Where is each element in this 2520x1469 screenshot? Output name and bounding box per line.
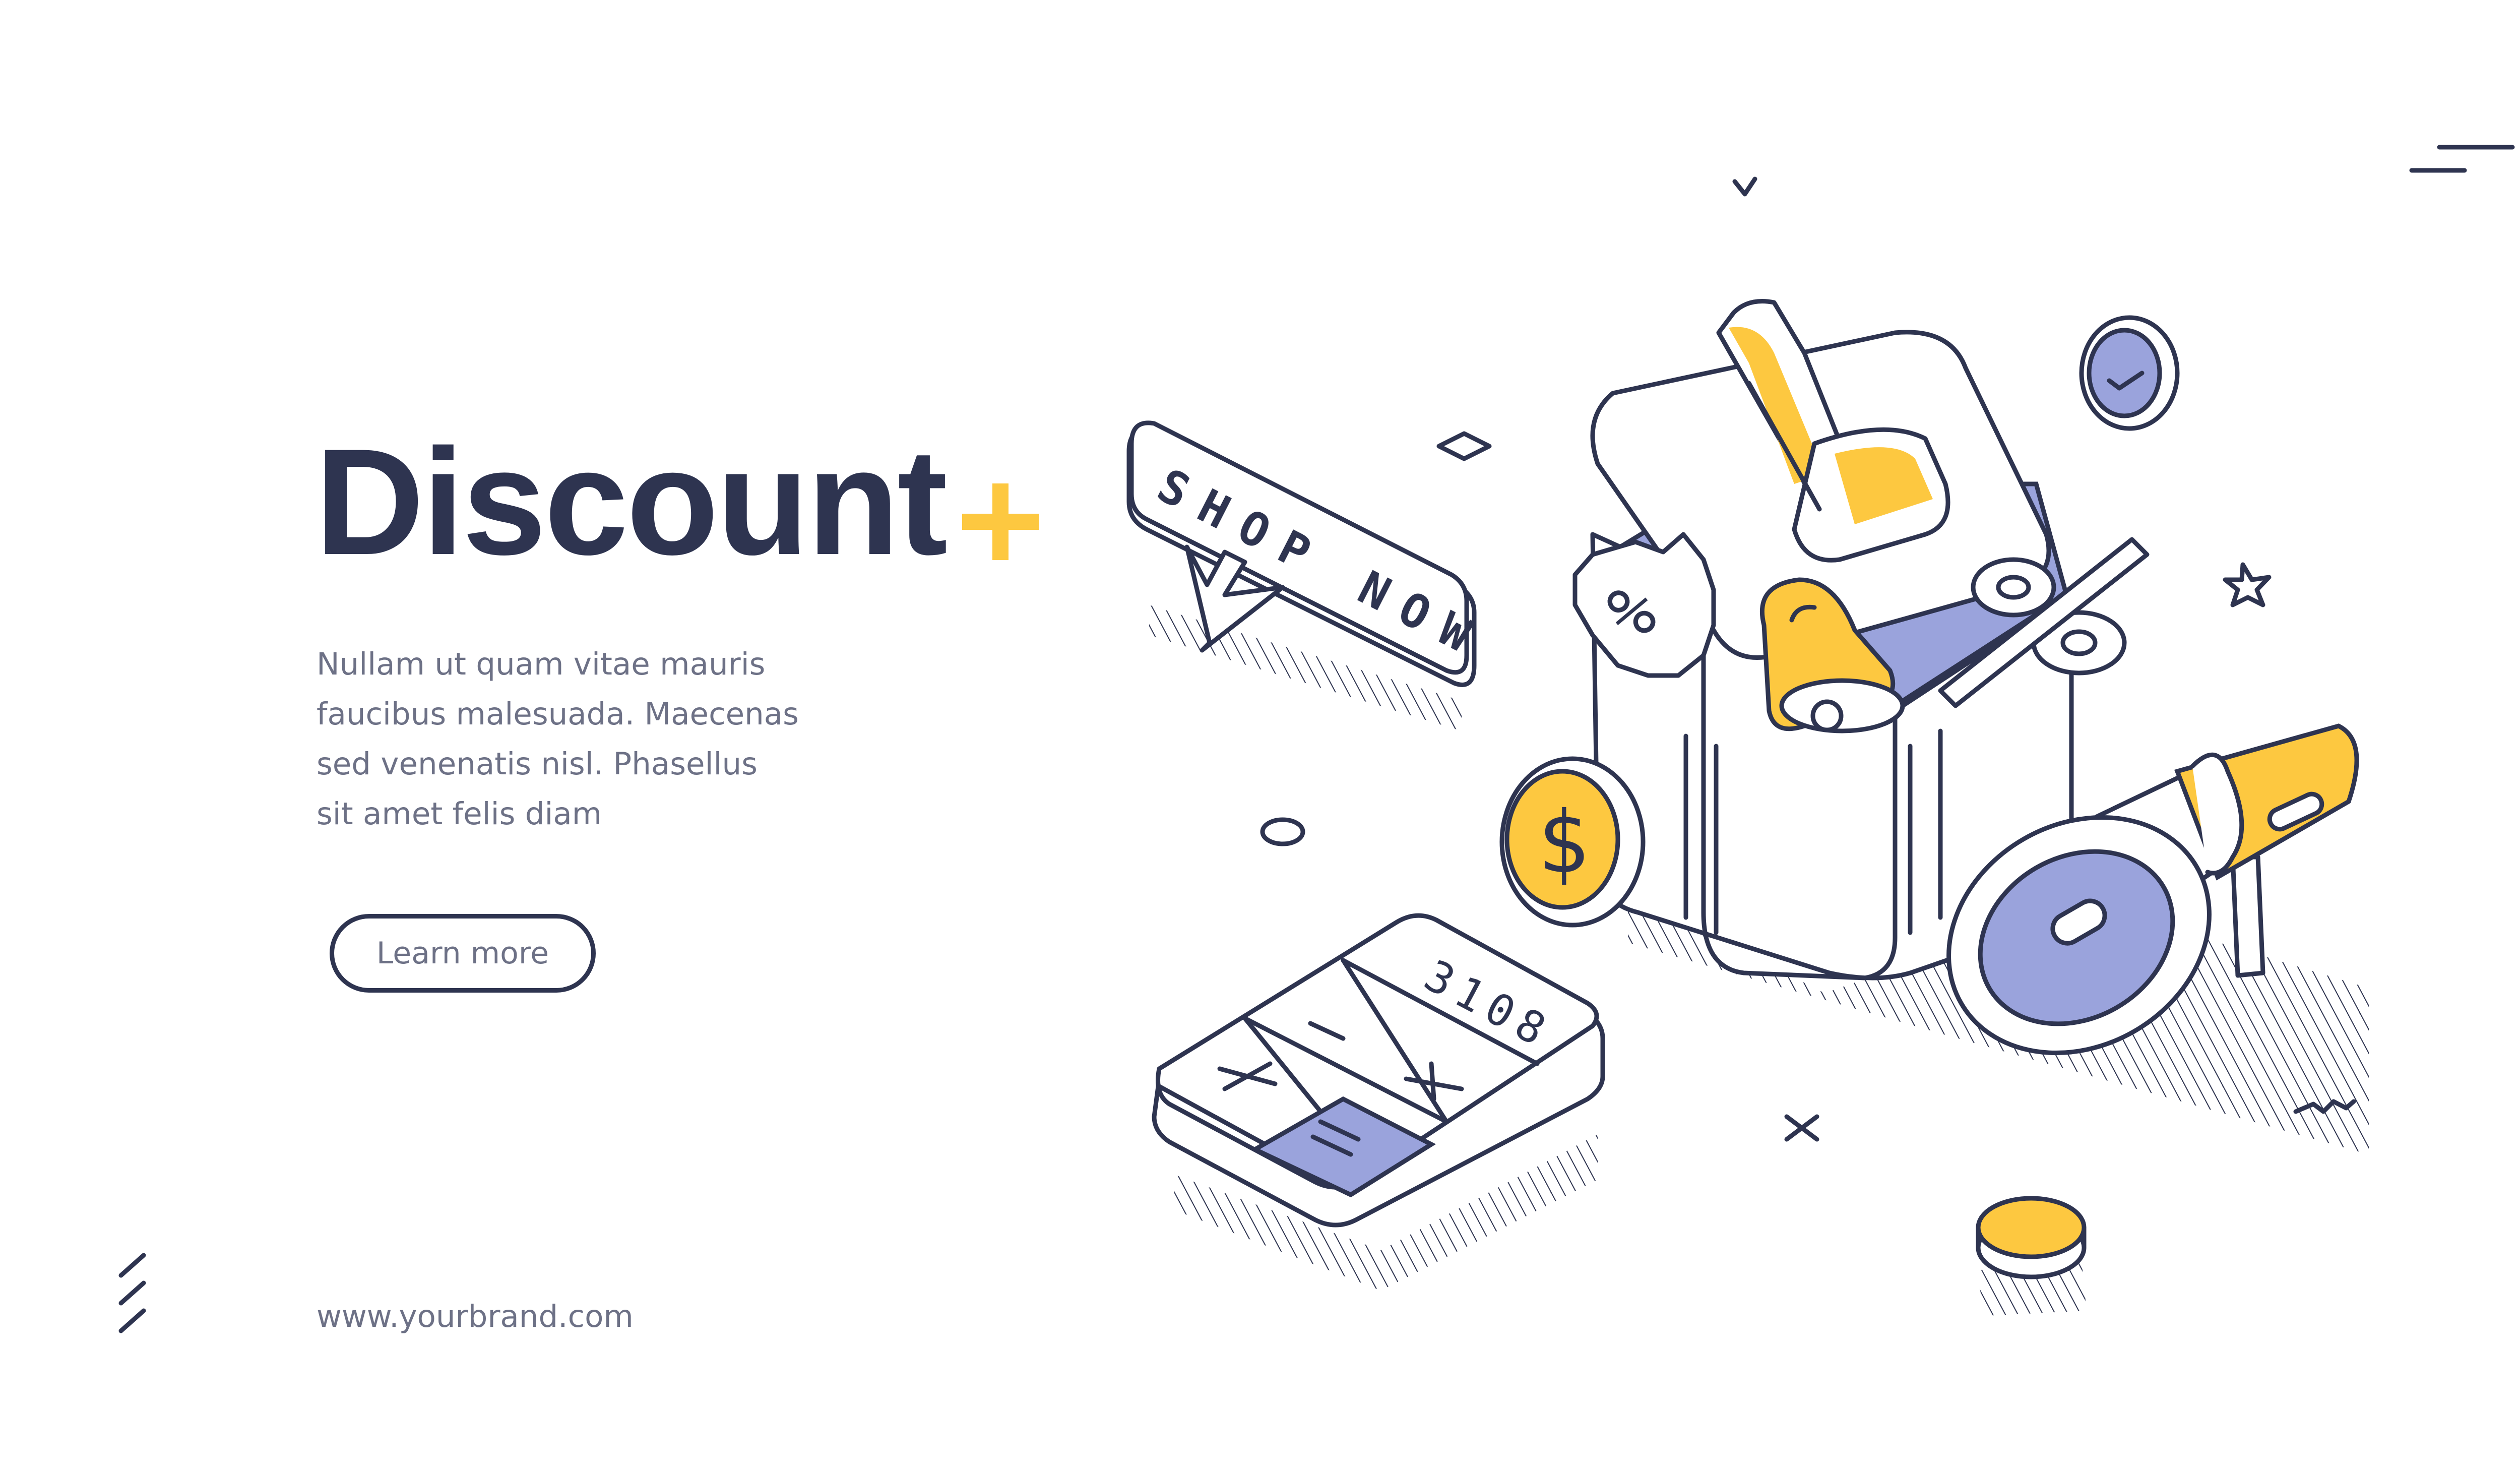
plus-icon: [962, 483, 1039, 560]
shop-now-sign: SHOP NOW: [1126, 420, 1495, 731]
learn-more-button[interactable]: Learn more: [330, 914, 596, 993]
small-coin-icon: [1976, 1196, 2087, 1316]
clock-icon: [2079, 315, 2180, 431]
page-title: Discount: [315, 417, 948, 586]
landing-hero: SHOP NOW 3108 % $ Discount Nullam ut qua…: [0, 0, 2520, 1469]
coin-symbol: $: [1537, 793, 1589, 893]
calculator-icon: 3108: [1152, 913, 1605, 1291]
hero-description: Nullam ut quam vitae mauris faucibus mal…: [317, 646, 799, 832]
coin-icon: $: [1499, 756, 1646, 928]
website-url: www.yourbrand.com: [317, 1299, 634, 1334]
